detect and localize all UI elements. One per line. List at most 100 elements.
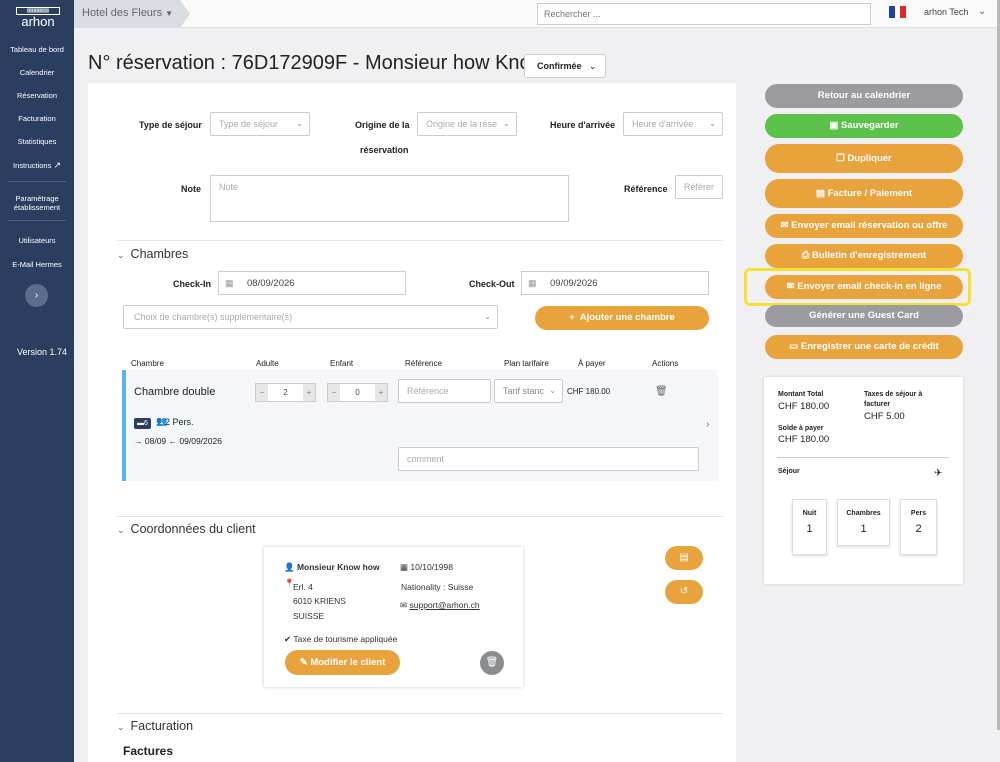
adults-stepper[interactable]: − 2 +: [255, 383, 316, 402]
rooms-label: Chambres: [846, 510, 881, 517]
sidebar-item-dashboard[interactable]: Tableau de bord: [0, 45, 74, 54]
back-to-calendar-button[interactable]: Retour au calendrier: [765, 84, 963, 108]
registration-form-button[interactable]: ⎙ Bulletin d'enregistrement: [765, 244, 963, 268]
email-link[interactable]: support@arhon.ch: [410, 600, 480, 610]
sidebar-item-billing[interactable]: Facturation: [0, 114, 74, 123]
chambres-section-header[interactable]: ⌄ Chambres: [117, 247, 188, 261]
bed-badge: ▬6: [134, 418, 151, 429]
client-address2: 6010 KRIENS: [293, 596, 346, 606]
trash-icon[interactable]: 🗑: [655, 386, 668, 397]
comment-input[interactable]: comment: [398, 447, 699, 471]
client-section-header[interactable]: ⌄ Coordonnées du client: [117, 522, 256, 536]
sidebar-item-calendar[interactable]: Calendrier: [0, 68, 74, 77]
chambres-section-title: Chambres: [130, 247, 189, 261]
room-price: CHF 180.00: [567, 387, 611, 396]
edit-client-button[interactable]: ✎ Modifier le client: [285, 650, 400, 675]
delete-client-button[interactable]: 🗑: [480, 651, 504, 675]
sidebar-item-users[interactable]: Utilisateurs: [0, 236, 74, 245]
duplicate-button[interactable]: ❐ Dupliquer: [765, 144, 963, 173]
chevron-down-icon: ⌄: [709, 119, 716, 128]
rooms-box: Chambres 1: [837, 499, 890, 546]
client-email[interactable]: ✉ support@arhon.ch: [400, 600, 480, 611]
file-icon: ▤: [815, 188, 825, 199]
sidebar-collapse-button[interactable]: ›: [25, 284, 48, 307]
tourist-tax-label-line2: facturer: [864, 401, 891, 408]
client-document-button[interactable]: ▤: [665, 546, 703, 570]
settings-label-line2: établissement: [13, 203, 61, 212]
extra-rooms-select[interactable]: Choix de chambre(s) supplémentaire(s) ⌄: [123, 305, 498, 329]
tourist-tax-label: Taxes de séjour à: [864, 391, 923, 398]
plus-icon[interactable]: +: [303, 384, 315, 401]
client-history-button[interactable]: ↺: [665, 580, 703, 604]
sidebar-item-statistics[interactable]: Statistiques: [0, 137, 74, 146]
checkin-date: 08/09/2026: [247, 278, 295, 289]
save-button[interactable]: ▣ Sauvegarder: [765, 114, 963, 138]
children-value: 0: [355, 388, 360, 397]
tourist-tax-amount: CHF 5.00: [864, 411, 905, 422]
sidebar-item-reservation[interactable]: Réservation: [0, 91, 74, 100]
checkout-label: Check-Out: [469, 279, 515, 289]
origine-placeholder: Origine de la rése: [426, 119, 498, 129]
save-label: Sauvegarder: [841, 120, 899, 131]
chevron-down-icon: ⌄: [117, 525, 125, 535]
sidebar-item-settings[interactable]: Paramétrage établissement: [0, 194, 74, 212]
sidebar-divider: [8, 181, 66, 182]
reference-input[interactable]: Référer: [675, 175, 723, 199]
history-icon: ↺: [679, 586, 689, 597]
type-sejour-select[interactable]: Type de séjour ⌄: [210, 112, 310, 136]
send-reservation-email-label: Envoyer email réservation ou offre: [791, 220, 948, 231]
nights-box: Nuit 1: [792, 499, 827, 555]
client-address1: Erl. 4: [293, 582, 313, 592]
sidebar-item-email-hermes[interactable]: E-Mail Hermes: [0, 260, 74, 269]
invoice-payment-button[interactable]: ▤ Facture / Paiement: [765, 179, 963, 208]
room-reference-input[interactable]: Référence: [398, 379, 491, 403]
children-stepper[interactable]: − 0 +: [327, 383, 388, 402]
minus-icon[interactable]: −: [256, 384, 268, 401]
send-reservation-email-button[interactable]: ✉ Envoyer email réservation ou offre: [765, 214, 963, 238]
edit-client-label: Modifier le client: [310, 657, 386, 668]
rate-plan-select[interactable]: Tarif stanc ⌄: [494, 379, 563, 403]
note-textarea[interactable]: Note: [210, 175, 569, 222]
origine-select[interactable]: Origine de la rése ⌄: [417, 112, 517, 136]
heure-arrivee-select[interactable]: Heure d'arrivée ⌄: [623, 112, 723, 136]
adults-value: 2: [283, 388, 288, 397]
user-icon: 👤: [284, 562, 295, 572]
billing-section-header[interactable]: ⌄ Facturation: [117, 719, 193, 733]
client-birthdate: ▦ 10/10/1998: [400, 562, 453, 573]
minus-icon[interactable]: −: [328, 384, 340, 401]
top-bar: Hotel des Fleurs ▼ arhon Tech ⌄: [74, 0, 1000, 28]
page-title: N° réservation : 76D172909F - Monsieur h…: [88, 52, 546, 74]
search-input[interactable]: [537, 3, 871, 25]
chevron-right-icon[interactable]: ›: [706, 419, 709, 430]
status-dropdown[interactable]: Confirmée ⌄: [524, 54, 606, 78]
client-nationality: Nationality : Suisse: [401, 582, 474, 592]
add-room-button[interactable]: + Ajouter une chambre: [535, 306, 709, 330]
hotel-selector[interactable]: Hotel des Fleurs ▼: [74, 0, 190, 28]
departure-date: 09/09/2026: [179, 436, 222, 446]
origine-label: Origine de la: [355, 120, 410, 130]
france-flag-icon[interactable]: [889, 6, 907, 18]
checkin-date-input[interactable]: ▦ 08/09/2026: [218, 271, 406, 295]
printer-icon: ⎙: [801, 250, 810, 261]
checkout-date-input[interactable]: ▦ 09/09/2026: [521, 271, 709, 295]
user-menu[interactable]: arhon Tech: [924, 7, 968, 17]
sidebar-divider: [8, 220, 66, 221]
chevron-down-icon[interactable]: ⌄: [978, 6, 986, 17]
save-icon: ▣: [829, 120, 839, 131]
client-name: 👤 Monsieur Know how: [284, 562, 380, 573]
room-name: Chambre double: [134, 386, 216, 398]
plus-icon: +: [569, 312, 575, 323]
type-sejour-label: Type de séjour: [139, 120, 202, 130]
logo[interactable]: ▥▥▥▥▥▥ arhon: [16, 7, 60, 29]
guest-card-button[interactable]: Générer une Guest Card: [765, 305, 963, 327]
settings-label-line1: Paramétrage: [15, 194, 59, 203]
rooms-value: 1: [860, 523, 867, 535]
credit-card-button[interactable]: ▭ Enregistrer une carte de crédit: [765, 335, 963, 359]
plus-icon[interactable]: +: [375, 384, 387, 401]
arrow-left-icon: ←: [168, 436, 178, 446]
total-amount: CHF 180.00: [778, 401, 830, 412]
reference-label: Référence: [624, 184, 668, 194]
sidebar-item-instructions[interactable]: Instructions ↗: [0, 160, 74, 171]
client-section-title: Coordonnées du client: [130, 522, 256, 536]
highlight-frame: [744, 268, 971, 306]
